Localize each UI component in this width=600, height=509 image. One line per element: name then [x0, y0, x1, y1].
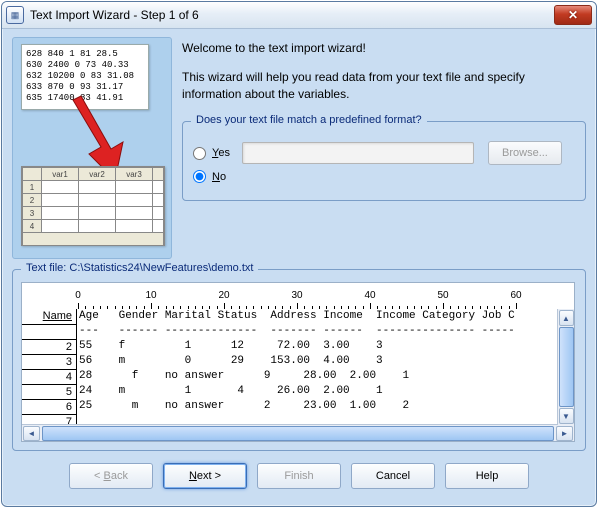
scroll-thumb[interactable]	[559, 327, 574, 407]
row-headers: Name 2 3 4 5 6 7	[22, 309, 77, 424]
row-number: 5	[22, 385, 76, 400]
row-number: 7	[22, 415, 76, 424]
illus-row: 2	[23, 194, 42, 207]
cancel-button[interactable]: Cancel	[351, 463, 435, 489]
data-area[interactable]: Age Gender Marital Status Address Income…	[77, 309, 574, 424]
button-row: < Back Next > Finish Cancel Help	[12, 463, 586, 489]
app-icon: ▦	[6, 6, 24, 24]
illus-col: var2	[79, 168, 116, 181]
vertical-scrollbar[interactable]: ▲ ▼	[557, 309, 574, 425]
ruler-label: 20	[218, 290, 229, 301]
ruler-label: 50	[437, 290, 448, 301]
radio-no-label[interactable]: No	[212, 171, 226, 183]
scroll-thumb[interactable]	[42, 426, 554, 441]
radio-yes-row: Yes Browse...	[193, 141, 575, 165]
row-number: 3	[22, 355, 76, 370]
file-path: C:\Statistics24\NewFeatures\demo.txt	[69, 262, 253, 274]
close-icon: ✕	[568, 8, 578, 22]
titlebar[interactable]: ▦ Text Import Wizard - Step 1 of 6 ✕	[2, 2, 596, 29]
format-fieldset: Does your text file match a predefined f…	[182, 121, 586, 201]
format-legend: Does your text file match a predefined f…	[191, 114, 427, 126]
illus-row: 1	[23, 181, 42, 194]
illustration-textfile: 628 840 1 81 28.5 630 2400 0 73 40.33 63…	[21, 44, 149, 110]
finish-button[interactable]: Finish	[257, 463, 341, 489]
radio-yes[interactable]	[193, 147, 206, 160]
illus-col: var1	[42, 168, 79, 181]
ruler-label: 0	[75, 290, 81, 301]
format-path-input[interactable]	[242, 142, 474, 164]
illus-line: 628 840 1 81 28.5	[26, 49, 144, 60]
ruler-label: 40	[364, 290, 375, 301]
illus-line: 633 870 0 93 31.17	[26, 82, 144, 93]
illustration-grid: var1 var2 var3 1 2 3 4	[21, 166, 165, 246]
scroll-left-icon[interactable]: ◄	[23, 426, 40, 441]
intro-description: This wizard will help you read data from…	[182, 69, 586, 103]
help-button[interactable]: Help	[445, 463, 529, 489]
next-button[interactable]: Next >	[163, 463, 247, 489]
ruler-label: 60	[510, 290, 521, 301]
scroll-up-icon[interactable]: ▲	[559, 310, 574, 326]
file-legend: Text file: C:\Statistics24\NewFeatures\d…	[21, 262, 258, 274]
illus-line: 630 2400 0 73 40.33	[26, 60, 144, 71]
illus-line: 632 10200 0 83 31.08	[26, 71, 144, 82]
window-title: Text Import Wizard - Step 1 of 6	[30, 8, 199, 22]
radio-no[interactable]	[193, 170, 206, 183]
horizontal-scrollbar[interactable]: ◄ ►	[22, 424, 574, 441]
ruler-track: 0 10 20 30 40 50 60	[78, 283, 574, 309]
close-button[interactable]: ✕	[554, 5, 592, 25]
illus-col: var3	[116, 168, 153, 181]
row-header-blank	[22, 325, 76, 340]
row-header-name: Name	[22, 309, 76, 325]
dialog-window: ▦ Text Import Wizard - Step 1 of 6 ✕ 628…	[1, 1, 597, 507]
ruler-label: 10	[145, 290, 156, 301]
intro-panel: Welcome to the text import wizard! This …	[182, 37, 586, 259]
illustration-panel: 628 840 1 81 28.5 630 2400 0 73 40.33 63…	[12, 37, 172, 259]
preview-body: Name 2 3 4 5 6 7 Age Gender Marital Stat…	[22, 309, 574, 424]
ruler: 0 10 20 30 40 50 60	[22, 283, 574, 309]
back-button[interactable]: < Back	[69, 463, 153, 489]
illus-line: 635 17400 83 41.91	[26, 93, 144, 104]
ruler-label: 30	[291, 290, 302, 301]
row-number: 2	[22, 340, 76, 355]
file-legend-prefix: Text file:	[26, 262, 66, 274]
file-preview-fieldset: Text file: C:\Statistics24\NewFeatures\d…	[12, 269, 586, 451]
welcome-heading: Welcome to the text import wizard!	[182, 41, 586, 55]
radio-no-row: No	[193, 170, 575, 183]
scroll-right-icon[interactable]: ►	[556, 426, 573, 441]
radio-yes-label[interactable]: Yes	[212, 147, 230, 159]
row-number: 4	[22, 370, 76, 385]
browse-button[interactable]: Browse...	[488, 141, 562, 165]
file-preview: 0 10 20 30 40 50 60 Name 2 3 4 5 6 7 Age Gende…	[21, 282, 575, 442]
scroll-down-icon[interactable]: ▼	[559, 408, 574, 424]
row-number: 6	[22, 400, 76, 415]
upper-panel: 628 840 1 81 28.5 630 2400 0 73 40.33 63…	[12, 37, 586, 259]
illus-row: 3	[23, 207, 42, 220]
illus-row: 4	[23, 220, 42, 233]
dialog-content: 628 840 1 81 28.5 630 2400 0 73 40.33 63…	[2, 29, 596, 497]
